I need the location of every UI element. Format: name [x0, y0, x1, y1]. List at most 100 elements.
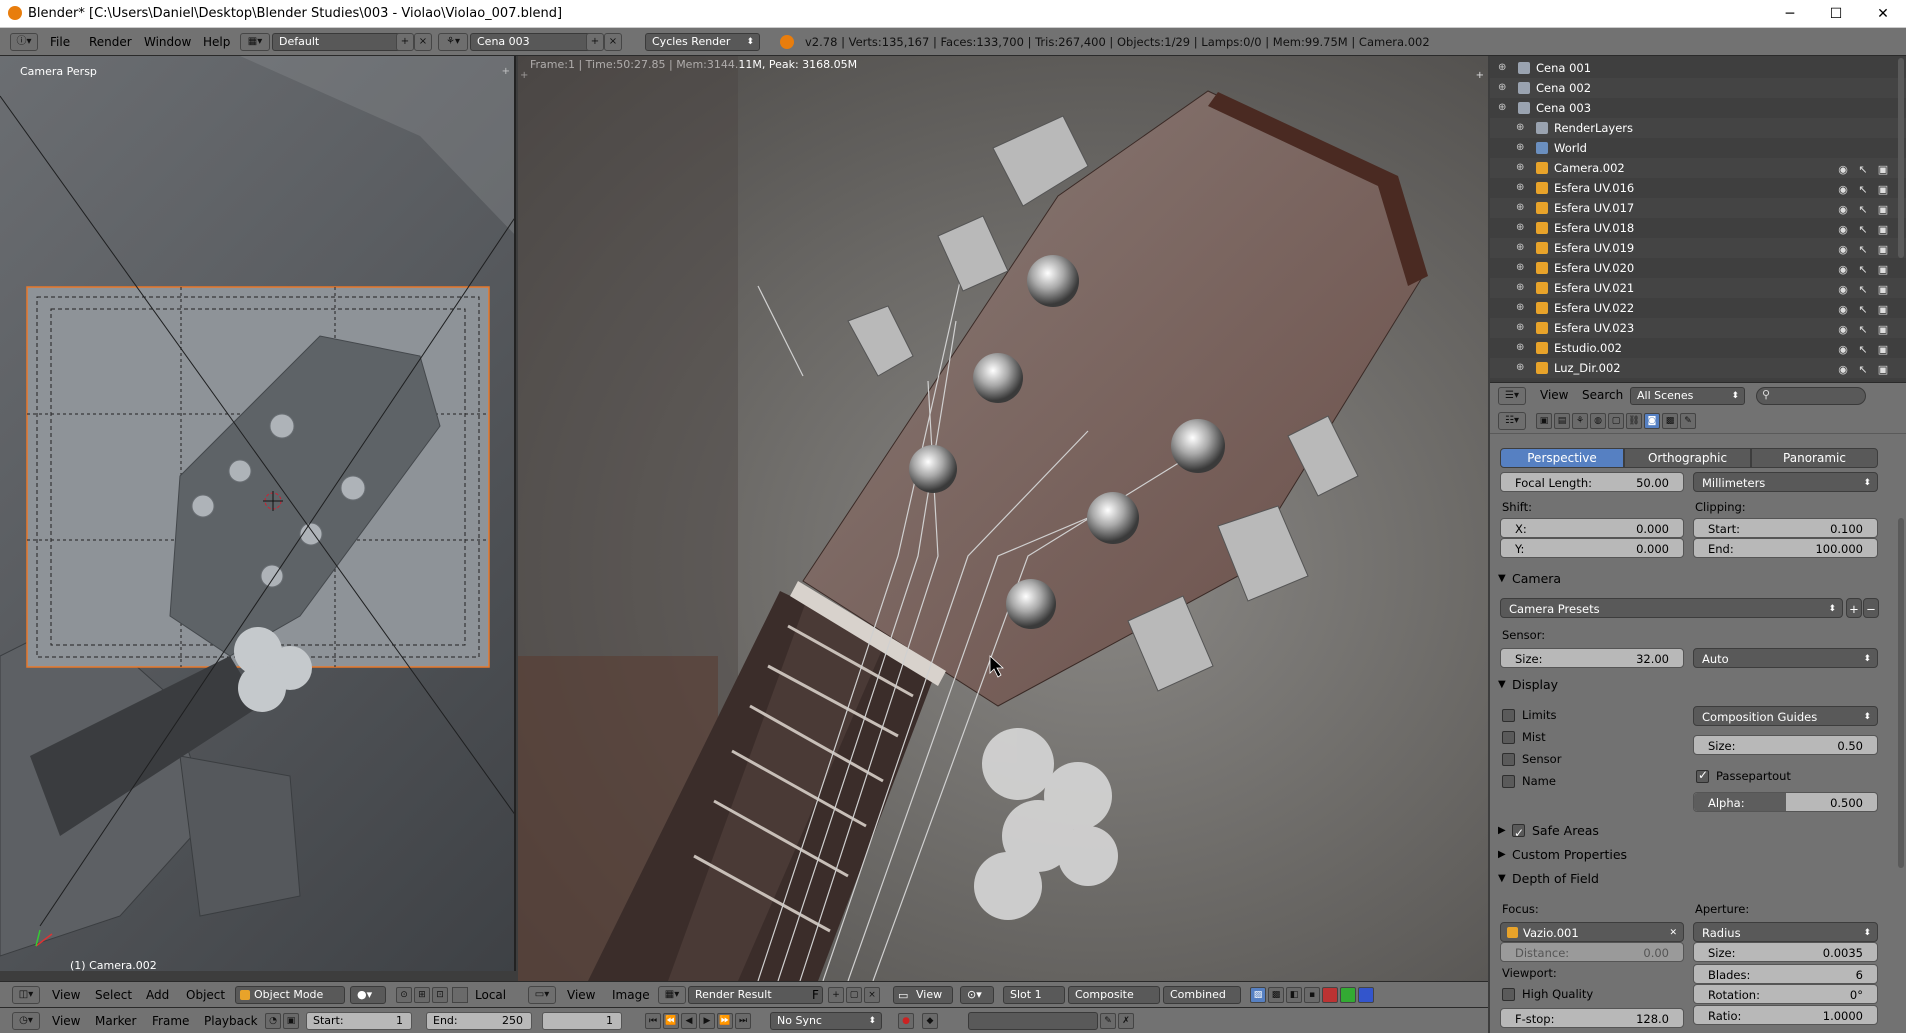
- tab-constraints-icon[interactable]: ⛓: [1626, 413, 1642, 429]
- tab-physics-icon[interactable]: ✎: [1680, 413, 1696, 429]
- outliner-item-camera-002[interactable]: ⊕ Camera.002 ◉ ↖ ▣: [1490, 158, 1906, 178]
- menu-window[interactable]: Window: [144, 35, 191, 49]
- eye-icon[interactable]: ◉: [1835, 240, 1851, 256]
- expand-icon[interactable]: ⊕: [1516, 338, 1524, 358]
- outliner-display-mode[interactable]: All Scenes ⬍: [1630, 387, 1745, 405]
- render-camera-icon[interactable]: ▣: [1875, 180, 1891, 196]
- cursor-select-icon[interactable]: ↖: [1855, 280, 1871, 296]
- cursor-select-icon[interactable]: ↖: [1855, 340, 1871, 356]
- outliner-item-cena-003[interactable]: ⊕ Cena 003: [1490, 98, 1906, 118]
- scene-field[interactable]: Cena 003: [470, 33, 600, 51]
- render-camera-icon[interactable]: ▣: [1875, 360, 1891, 376]
- render-camera-icon[interactable]: ▣: [1875, 220, 1891, 236]
- green-channel-icon[interactable]: [1340, 987, 1356, 1003]
- remove-preset-icon[interactable]: −: [1863, 598, 1879, 618]
- aperture-size-field[interactable]: Size: 0.0035: [1693, 942, 1878, 962]
- expand-icon[interactable]: ⊕: [1516, 178, 1524, 198]
- prev-keyframe-icon[interactable]: ⏪: [663, 1013, 679, 1029]
- cursor-select-icon[interactable]: ↖: [1855, 160, 1871, 176]
- eye-icon[interactable]: ◉: [1835, 360, 1851, 376]
- next-keyframe-icon[interactable]: ⏩: [717, 1013, 733, 1029]
- keying-set-icon[interactable]: ◆: [922, 1013, 938, 1029]
- screen-layout-icon[interactable]: ▦▾: [240, 33, 270, 51]
- image-browse-icon[interactable]: ▦▾: [658, 986, 686, 1004]
- render-camera-icon[interactable]: ▣: [1875, 280, 1891, 296]
- play-reverse-icon[interactable]: ◀: [681, 1013, 697, 1029]
- eye-icon[interactable]: ◉: [1835, 160, 1851, 176]
- play-icon[interactable]: ▶: [699, 1013, 715, 1029]
- expand-icon[interactable]: ⊕: [1516, 358, 1524, 378]
- expand-icon[interactable]: ⊕: [1516, 318, 1524, 338]
- camera-presets-select[interactable]: Camera Presets ⬍: [1500, 598, 1843, 618]
- sync-mode-select[interactable]: No Sync ⬍: [770, 1012, 882, 1030]
- expand-icon[interactable]: ⊕: [1516, 158, 1524, 178]
- new-image-icon[interactable]: +: [828, 987, 844, 1003]
- preview-range-icon[interactable]: ◔: [265, 1013, 281, 1029]
- image-menu-view[interactable]: View: [567, 988, 595, 1002]
- distance-field[interactable]: Distance: 0.00: [1500, 942, 1684, 962]
- editor-type-3dview-icon[interactable]: ◫▾: [12, 986, 40, 1004]
- blades-field[interactable]: Blades: 6: [1693, 964, 1878, 984]
- blue-channel-icon[interactable]: [1358, 987, 1374, 1003]
- mist-checkbox[interactable]: [1502, 731, 1515, 744]
- tab-camera-data-icon[interactable]: ◙: [1644, 413, 1660, 429]
- render-camera-icon[interactable]: ▣: [1875, 240, 1891, 256]
- outliner-item-cena-002[interactable]: ⊕ Cena 002: [1490, 78, 1906, 98]
- outliner-item-esfera-uv-019[interactable]: ⊕ Esfera UV.019 ◉ ↖ ▣: [1490, 238, 1906, 258]
- image-menu-image[interactable]: Image: [612, 988, 650, 1002]
- cursor-select-icon[interactable]: ↖: [1855, 180, 1871, 196]
- outliner-search-input[interactable]: ⚲: [1756, 387, 1866, 405]
- timeline-menu-frame[interactable]: Frame: [152, 1014, 189, 1028]
- render-camera-icon[interactable]: ▣: [1875, 200, 1891, 216]
- outliner-item-esfera-uv-023[interactable]: ⊕ Esfera UV.023 ◉ ↖ ▣: [1490, 318, 1906, 338]
- limits-checkbox[interactable]: [1502, 709, 1515, 722]
- tab-world-icon[interactable]: ◍: [1590, 413, 1606, 429]
- outliner-item-esfera-uv-016[interactable]: ⊕ Esfera UV.016 ◉ ↖ ▣: [1490, 178, 1906, 198]
- interaction-mode-select[interactable]: Object Mode: [235, 986, 345, 1004]
- end-frame-field[interactable]: End: 250: [426, 1012, 532, 1030]
- ratio-field[interactable]: Ratio: 1.0000: [1693, 1005, 1878, 1025]
- passepartout-checkbox[interactable]: [1696, 768, 1709, 783]
- timeline-menu-playback[interactable]: Playback: [204, 1014, 258, 1028]
- expand-icon[interactable]: ⊕: [1498, 98, 1506, 118]
- properties-scrollbar[interactable]: [1898, 518, 1904, 868]
- lens-type-orthographic[interactable]: Orthographic: [1624, 448, 1751, 468]
- eye-icon[interactable]: ◉: [1835, 180, 1851, 196]
- maximize-button[interactable]: ☐: [1813, 0, 1859, 28]
- expand-icon[interactable]: ⊕: [1516, 238, 1524, 258]
- minimize-button[interactable]: ─: [1767, 0, 1813, 28]
- outliner-item-esfera-uv-020[interactable]: ⊕ Esfera UV.020 ◉ ↖ ▣: [1490, 258, 1906, 278]
- outliner-menu-search[interactable]: Search: [1582, 388, 1623, 402]
- cursor-select-icon[interactable]: ↖: [1855, 240, 1871, 256]
- camera-viewport[interactable]: Camera Persp + (1) Camera.002: [0, 56, 516, 971]
- outliner-item-world[interactable]: ⊕ World: [1490, 138, 1906, 158]
- aperture-type-select[interactable]: Radius ⬍: [1693, 922, 1878, 942]
- safe-areas-section-header[interactable]: ▶ Safe Areas: [1490, 820, 1906, 844]
- pass-select[interactable]: Combined: [1163, 986, 1241, 1004]
- focal-length-field[interactable]: Focal Length: 50.00: [1500, 472, 1684, 492]
- viewport-menu-object[interactable]: Object: [186, 988, 225, 1002]
- expand-icon[interactable]: ⊕: [1516, 138, 1524, 158]
- expand-icon[interactable]: ⊕: [1516, 118, 1524, 138]
- remove-layout-icon[interactable]: ×: [414, 33, 432, 51]
- add-preset-icon[interactable]: +: [1846, 598, 1862, 618]
- expand-icon[interactable]: ⊕: [1516, 278, 1524, 298]
- outliner-item-esfera-uv-017[interactable]: ⊕ Esfera UV.017 ◉ ↖ ▣: [1490, 198, 1906, 218]
- pivot-icon[interactable]: ⊙: [396, 987, 412, 1003]
- close-button[interactable]: ✕: [1860, 0, 1906, 28]
- cursor-select-icon[interactable]: ↖: [1855, 200, 1871, 216]
- cursor-select-icon[interactable]: ↖: [1855, 220, 1871, 236]
- layer-select[interactable]: Composite: [1068, 986, 1160, 1004]
- outliner-item-esfera-uv-021[interactable]: ⊕ Esfera UV.021 ◉ ↖ ▣: [1490, 278, 1906, 298]
- eye-icon[interactable]: ◉: [1835, 260, 1851, 276]
- editor-type-image-icon[interactable]: ▭▾: [528, 986, 556, 1004]
- clear-icon[interactable]: ✕: [1669, 923, 1677, 943]
- eye-icon[interactable]: ◉: [1835, 280, 1851, 296]
- current-frame-field[interactable]: 1: [542, 1012, 622, 1030]
- local-view-icon[interactable]: [452, 987, 468, 1003]
- timeline-menu-marker[interactable]: Marker: [95, 1014, 136, 1028]
- fstop-field[interactable]: F-stop: 128.0: [1500, 1008, 1684, 1028]
- render-camera-icon[interactable]: ▣: [1875, 300, 1891, 316]
- shift-x-field[interactable]: X: 0.000: [1500, 518, 1684, 538]
- tab-texture-icon[interactable]: ▩: [1662, 413, 1678, 429]
